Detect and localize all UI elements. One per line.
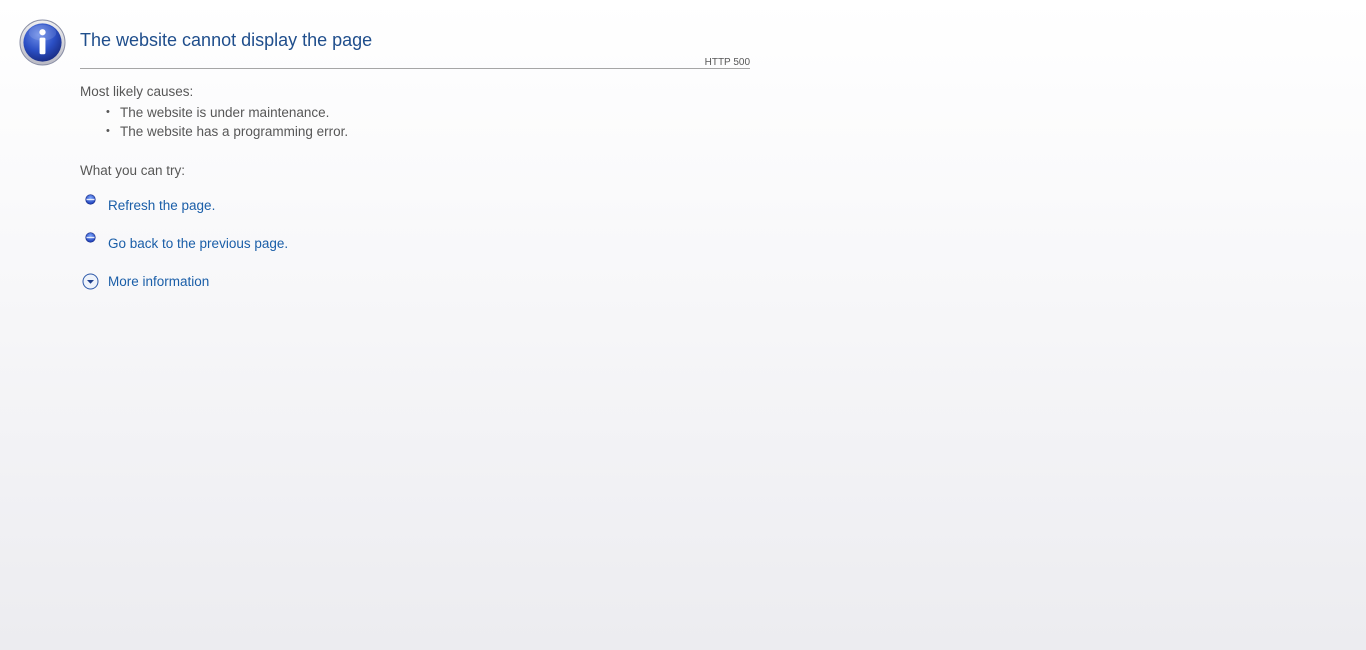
bullet-dot: • — [106, 106, 110, 118]
blue-bullet-icon — [85, 194, 96, 205]
causes-list: • The website is under maintenance. • Th… — [80, 103, 750, 141]
action-item-back: Go back to the previous page. — [80, 232, 750, 270]
http-status-code: HTTP 500 — [704, 57, 750, 68]
bullet-dot: • — [106, 125, 110, 137]
cause-item: • The website has a programming error. — [106, 124, 349, 139]
blue-bullet-icon — [85, 232, 96, 243]
try-heading: What you can try: — [80, 163, 186, 178]
title-divider: HTTP 500 — [80, 54, 750, 69]
refresh-page-link[interactable]: Refresh the page. — [108, 196, 215, 216]
causes-heading: Most likely causes: — [80, 84, 194, 99]
cause-item: • The website is under maintenance. — [106, 105, 330, 120]
chevron-down-circle-icon[interactable] — [82, 273, 99, 290]
info-icon — [19, 19, 66, 66]
action-item-more-info: More information — [80, 270, 750, 308]
page-title: The website cannot display the page — [80, 30, 373, 50]
action-item-refresh: Refresh the page. — [80, 194, 750, 232]
error-content: The website cannot display the page HTTP… — [80, 28, 750, 308]
actions-list: Refresh the page. Go back to the previou… — [80, 194, 750, 308]
go-back-link[interactable]: Go back to the previous page. — [108, 234, 288, 254]
more-information-link[interactable]: More information — [108, 272, 209, 292]
